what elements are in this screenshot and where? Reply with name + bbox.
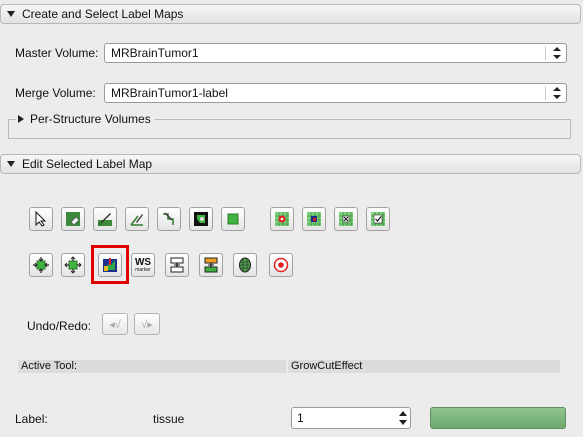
threshold-tool-button[interactable] xyxy=(189,207,213,231)
label-name: tissue xyxy=(153,412,185,426)
paint-tool-button[interactable] xyxy=(93,207,117,231)
erode-tool-button[interactable] xyxy=(29,253,53,277)
watershed-icon-text: WS xyxy=(134,256,152,268)
per-structure-volumes-toggle[interactable]: Per-Structure Volumes xyxy=(16,112,155,126)
per-structure-volumes-title: Per-Structure Volumes xyxy=(30,112,151,126)
undo-icon: ◂√ xyxy=(109,318,121,331)
active-tool-value: GrowCutEffect xyxy=(291,360,363,372)
active-tool-label-cell: Active Tool: xyxy=(18,360,286,373)
master-volume-label: Master Volume: xyxy=(15,46,99,60)
undo-button[interactable]: ◂√ xyxy=(102,313,128,335)
merge-volume-combobox[interactable]: MRBrainTumor1-label xyxy=(104,83,567,103)
create-label-maps-header[interactable]: Create and Select Label Maps xyxy=(0,4,581,24)
watershed-icon: WS marker xyxy=(134,256,152,273)
make-model-icon xyxy=(239,257,251,273)
identify-islands-tool-button[interactable] xyxy=(270,207,294,231)
change-island-icon xyxy=(307,212,321,226)
draw-pencil-icon xyxy=(130,214,143,226)
dilate-tool-button[interactable] xyxy=(61,253,85,277)
watershed-tool-button[interactable]: WS marker xyxy=(131,253,155,277)
make-model-tool-button[interactable] xyxy=(233,253,257,277)
paint-brush-icon xyxy=(98,213,112,226)
erode-label-icon xyxy=(33,257,49,273)
edit-label-map-header[interactable]: Edit Selected Label Map xyxy=(0,154,581,174)
change-label-icon xyxy=(170,257,184,273)
label-value: 1 xyxy=(297,411,304,425)
redo-button[interactable]: √▸ xyxy=(134,313,160,335)
fast-marching-tool-button[interactable] xyxy=(199,253,223,277)
save-island-icon xyxy=(371,212,385,226)
watershed-icon-subtext: marker xyxy=(135,266,151,273)
merge-volume-value: MRBrainTumor1-label xyxy=(111,86,228,100)
rectangle-tool-button[interactable] xyxy=(221,207,245,231)
active-tool-label: Active Tool: xyxy=(21,360,78,372)
change-island-tool-button[interactable] xyxy=(302,207,326,231)
redo-icon: √▸ xyxy=(141,318,153,331)
section-title: Create and Select Label Maps xyxy=(22,7,184,21)
collapse-arrow-icon xyxy=(7,11,15,17)
combobox-arrows-icon xyxy=(553,47,561,59)
change-label-tool-button[interactable] xyxy=(165,253,189,277)
image-threshold-icon xyxy=(194,212,208,226)
erase-label-tool-button[interactable] xyxy=(61,207,85,231)
active-tool-value-cell: GrowCutEffect xyxy=(288,360,560,373)
save-island-tool-button[interactable] xyxy=(366,207,390,231)
section-title: Edit Selected Label Map xyxy=(22,157,153,171)
remove-islands-icon xyxy=(339,212,353,226)
merge-volume-label: Merge Volume: xyxy=(15,86,96,100)
expand-arrow-icon xyxy=(18,115,24,123)
dilate-label-icon xyxy=(64,256,82,274)
collapse-arrow-icon xyxy=(7,161,15,167)
rectangle-icon xyxy=(227,213,239,225)
label-color-button[interactable] xyxy=(430,407,566,429)
undo-redo-label: Undo/Redo: xyxy=(27,319,92,333)
master-volume-value: MRBrainTumor1 xyxy=(111,46,199,60)
combobox-arrows-icon xyxy=(553,87,561,99)
label-value-spinbox[interactable]: 1 xyxy=(291,407,411,429)
identify-islands-icon xyxy=(275,212,289,226)
master-volume-combobox[interactable]: MRBrainTumor1 xyxy=(104,43,567,63)
pointer-arrow-icon xyxy=(35,210,47,227)
level-tracing-icon xyxy=(163,212,174,225)
target-tool-button[interactable] xyxy=(269,253,293,277)
pointer-tool-button[interactable] xyxy=(29,207,53,231)
draw-tool-button[interactable] xyxy=(125,207,149,231)
fast-marching-icon xyxy=(204,257,218,273)
spinbox-arrows-icon[interactable] xyxy=(399,411,407,425)
remove-islands-tool-button[interactable] xyxy=(334,207,358,231)
target-icon xyxy=(273,257,289,273)
erase-label-icon xyxy=(66,212,80,226)
level-tracing-tool-button[interactable] xyxy=(157,207,181,231)
label-caption: Label: xyxy=(15,412,48,426)
selected-tool-highlight xyxy=(91,245,129,284)
